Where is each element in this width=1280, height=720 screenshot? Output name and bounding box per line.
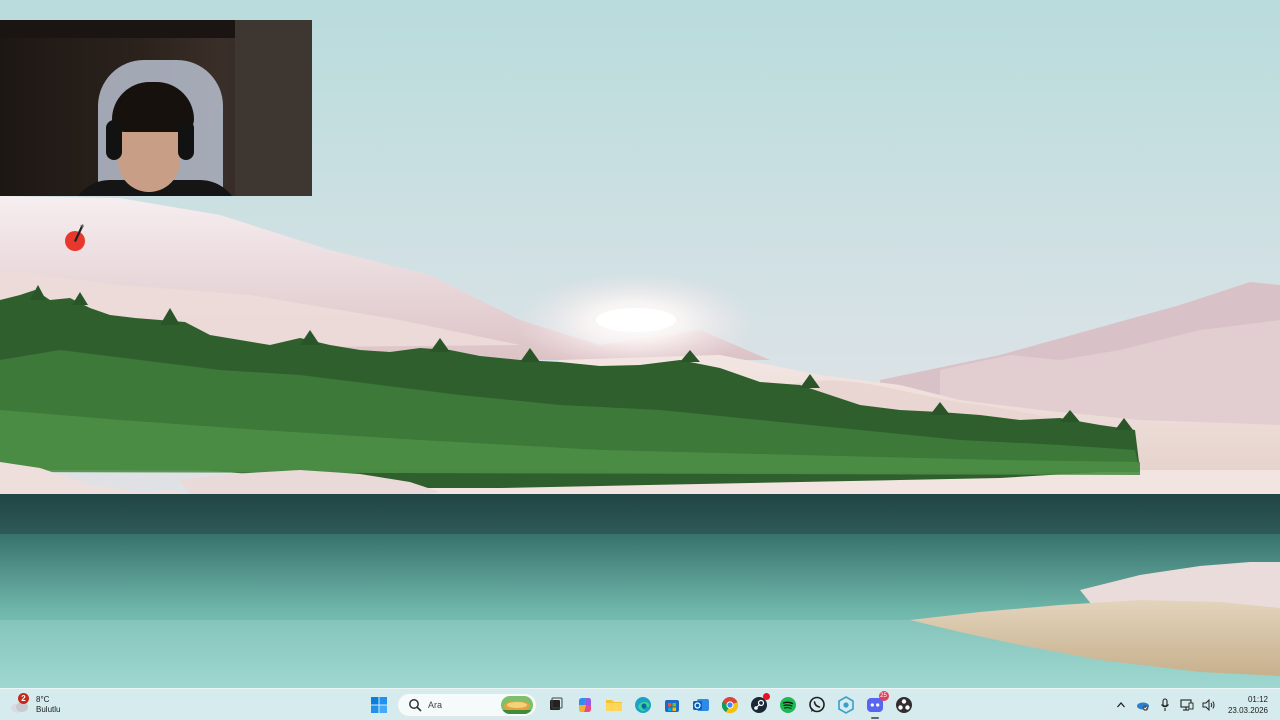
outlook-button[interactable] [688,692,714,718]
spotify-button[interactable] [775,692,801,718]
chevron-up-icon[interactable] [1111,694,1131,716]
copilot-button[interactable] [572,692,598,718]
taskbar-apps: Ara 25 [364,691,918,719]
pen-tool-icon[interactable] [64,224,88,252]
clock[interactable]: 01:12 23.03.2026 [1228,694,1268,716]
microphone-icon[interactable] [1155,694,1175,716]
file-explorer-button[interactable] [601,692,627,718]
app-hex-button[interactable] [833,692,859,718]
task-view-icon [549,697,562,710]
weather-widget[interactable]: 2 8°C Bulutlu [10,692,60,718]
spotify-icon [779,697,796,713]
clock-time: 01:12 [1247,695,1268,704]
whatsapp-icon [808,696,825,713]
chrome-icon [721,697,738,714]
hex-app-icon [837,696,854,714]
whatsapp-button[interactable] [804,692,830,718]
store-icon [664,700,679,712]
task-view-button[interactable] [543,692,569,718]
outlook-icon [692,699,709,711]
headset-left-cup [106,120,122,160]
taskbar: 2 8°C Bulutlu Ara 25 01:12 23.03.2026 [0,688,1280,720]
cloud-icon: 2 [10,693,30,714]
network-icon[interactable] [1177,694,1197,716]
steam-button[interactable] [746,692,772,718]
weather-notification-badge: 2 [18,693,29,704]
discord-button[interactable]: 25 [862,691,889,719]
headset-right-cup [178,120,194,160]
windows-logo-icon [370,697,387,713]
steam-notification-dot [762,693,770,700]
chrome-button[interactable] [717,692,743,718]
folder-icon [605,700,622,711]
weather-temperature: 8°C [36,695,50,704]
search-box[interactable]: Ara [397,693,537,717]
weather-condition: Bulutlu [36,705,61,714]
search-icon [409,699,422,712]
obs-button[interactable] [891,692,917,718]
obs-icon [895,697,912,713]
edge-icon [634,697,651,713]
webcam-background-wall [235,20,312,196]
microsoft-store-button[interactable] [659,692,685,718]
webcam-overlay [0,20,312,196]
system-tray: 01:12 23.03.2026 [1110,692,1280,718]
copilot-icon [578,698,591,712]
discord-running-indicator [870,717,879,719]
edge-button[interactable] [630,692,656,718]
volume-icon[interactable] [1199,694,1219,716]
discord-notification-badge: 25 [878,691,889,701]
search-placeholder: Ara [428,700,443,710]
start-button[interactable] [366,692,392,718]
search-highlight-image [501,696,533,714]
clock-date: 23.03.2026 [1227,706,1268,715]
onedrive-icon[interactable] [1133,694,1153,716]
